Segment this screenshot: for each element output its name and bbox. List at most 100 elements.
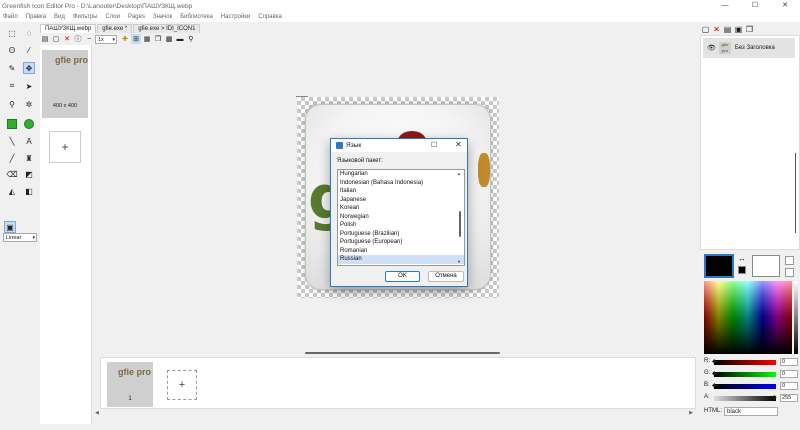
scroll-up-icon[interactable]: ▲ <box>457 171 461 176</box>
duplicate-layer-icon[interactable]: ❐ <box>744 24 755 34</box>
list-item[interactable]: Romanian <box>338 247 464 256</box>
menu-file[interactable]: Файл <box>3 14 18 20</box>
green-value[interactable]: 0 <box>780 370 798 378</box>
pen-icon[interactable]: ✎ <box>6 62 18 74</box>
cancel-button[interactable]: Отмена <box>428 271 464 282</box>
scroll-thumb[interactable] <box>459 211 461 237</box>
menu-edit[interactable]: Правка <box>26 14 46 20</box>
inverse-color-icon[interactable] <box>785 268 794 277</box>
scroll-down-icon[interactable]: ▼ <box>457 259 461 264</box>
maximize-button[interactable]: ☐ <box>740 0 770 12</box>
ellipse-icon[interactable] <box>23 118 35 130</box>
bottle-icon[interactable]: ♜ <box>23 152 35 164</box>
brush-icon[interactable]: ╱ <box>6 152 18 164</box>
transparent-color-icon[interactable] <box>785 256 794 265</box>
red-slider[interactable] <box>714 360 776 365</box>
close-window-button[interactable]: ✕ <box>770 0 800 12</box>
sparkle-icon[interactable]: ✲ <box>23 98 35 110</box>
scroll-right-icon[interactable]: ▶ <box>689 410 693 418</box>
menu-filters[interactable]: Фильтры <box>73 14 97 20</box>
reset-colors-icon[interactable] <box>738 266 746 274</box>
layer-properties-icon[interactable]: ▤ <box>722 24 733 34</box>
info-icon[interactable]: ⓘ <box>73 34 83 44</box>
eyedropper-icon[interactable]: ⚲ <box>6 98 18 110</box>
menu-layers[interactable]: Слои <box>105 14 120 20</box>
rectangle-icon[interactable] <box>6 118 18 130</box>
listbox-scrollbar[interactable]: ▲ ▼ <box>457 171 463 264</box>
tab-webp[interactable]: ПАШУЗКЩ.webp <box>40 24 97 33</box>
menu-help[interactable]: Справка <box>258 14 282 20</box>
lasso-icon[interactable]: ʘ <box>6 44 18 56</box>
crop-icon[interactable]: ⌗ <box>6 80 18 92</box>
frame-thumbnail[interactable]: gfie pro 1 <box>107 362 153 407</box>
merge-layer-icon[interactable]: ▣ <box>733 24 744 34</box>
delete-layer-icon[interactable]: ✕ <box>711 24 722 34</box>
color-swap-icon[interactable]: ◩ <box>23 168 35 180</box>
html-color-input[interactable]: black <box>724 407 778 416</box>
wand-icon[interactable]: ⁄ <box>23 44 35 56</box>
slider-knob-icon[interactable]: ◆ <box>772 394 777 401</box>
brightness-bar[interactable] <box>794 281 798 354</box>
grid-icon[interactable]: ▦ <box>142 34 152 44</box>
blue-value[interactable]: 0 <box>780 382 798 390</box>
layer-row[interactable]: 👁 gfie pro Без Заголовка <box>703 38 795 58</box>
gradient-icon[interactable]: ◧ <box>23 185 35 197</box>
new-layer-icon[interactable]: ▢ <box>700 24 711 34</box>
menu-library[interactable]: Библиотека <box>180 14 213 20</box>
background-color[interactable] <box>752 255 780 277</box>
canvas-scrollbar[interactable] <box>305 352 500 354</box>
grid-option-icon[interactable]: ▣ <box>4 221 16 233</box>
preview-icon[interactable]: ▬ <box>175 34 185 44</box>
foreground-color[interactable] <box>704 254 734 278</box>
ok-button[interactable]: OK <box>385 271 420 282</box>
tab-gfie-exe[interactable]: gfie.exe * <box>97 24 133 33</box>
zoom-minus-icon[interactable]: − <box>84 34 94 44</box>
blue-slider[interactable] <box>714 384 776 389</box>
frame-icon[interactable]: ▩ <box>164 34 174 44</box>
menu-view[interactable]: Вид <box>54 14 65 20</box>
fit-view-icon[interactable]: ⊞ <box>131 34 141 44</box>
list-item[interactable]: Norwegian <box>338 213 464 222</box>
menu-pages[interactable]: Pages <box>128 14 145 20</box>
save-icon[interactable]: ▤ <box>40 34 50 44</box>
eraser-icon[interactable]: ⌫ <box>6 168 18 180</box>
green-slider[interactable] <box>714 372 776 377</box>
alpha-value[interactable]: 255 <box>780 394 798 402</box>
color-spectrum[interactable] <box>704 281 792 354</box>
eye-icon[interactable]: 👁 <box>707 44 716 52</box>
dialog-maximize-icon[interactable]: ☐ <box>431 141 437 149</box>
magic-select-icon[interactable]: ◌ <box>23 27 35 39</box>
list-item-selected[interactable]: Russian <box>338 255 464 264</box>
tab-gfie-icon1[interactable]: gfie.exe > IDI_ICON1 <box>133 24 201 33</box>
list-item[interactable]: Portuguese (European) <box>338 238 464 247</box>
scroll-left-icon[interactable]: ◀ <box>95 410 99 418</box>
layers-scrollbar[interactable] <box>794 145 797 245</box>
zoom-plus-icon[interactable]: ✚ <box>120 34 130 44</box>
zoom-select[interactable]: 1x ▾ <box>95 34 117 44</box>
text-icon[interactable]: A <box>23 135 35 147</box>
menu-icon[interactable]: Значок <box>153 14 172 20</box>
line-icon[interactable]: ╲ <box>6 135 18 147</box>
slider-knob-icon[interactable]: ◆ <box>712 382 717 389</box>
swap-colors-icon[interactable]: ↔ <box>738 254 746 263</box>
rect-select-icon[interactable]: ⬚ <box>6 27 18 39</box>
list-item[interactable]: Japanese <box>338 196 464 205</box>
menu-settings[interactable]: Настройки <box>221 14 250 20</box>
add-icon-button[interactable]: + <box>49 131 81 163</box>
minimize-button[interactable]: — <box>710 0 740 12</box>
list-item[interactable]: Portuguese (Brazilian) <box>338 230 464 239</box>
search-icon[interactable]: ⚲ <box>186 34 196 44</box>
list-item[interactable]: Polish <box>338 221 464 230</box>
list-item[interactable]: Hungarian <box>338 170 464 179</box>
interpolation-select[interactable]: Linear ▾ <box>3 233 37 242</box>
delete-icon[interactable]: ✕ <box>62 34 72 44</box>
red-value[interactable]: 0 <box>780 358 798 366</box>
list-item[interactable]: Italian <box>338 187 464 196</box>
frames-scrollbar[interactable]: ◀ ▶ <box>92 410 696 418</box>
alpha-slider[interactable] <box>714 396 776 401</box>
fill-icon[interactable]: ◭ <box>6 185 18 197</box>
move-icon[interactable]: ✥ <box>23 62 35 74</box>
scroll-thumb[interactable] <box>795 153 796 233</box>
pointer-icon[interactable]: ➤ <box>23 80 35 92</box>
list-item[interactable]: Korean <box>338 204 464 213</box>
